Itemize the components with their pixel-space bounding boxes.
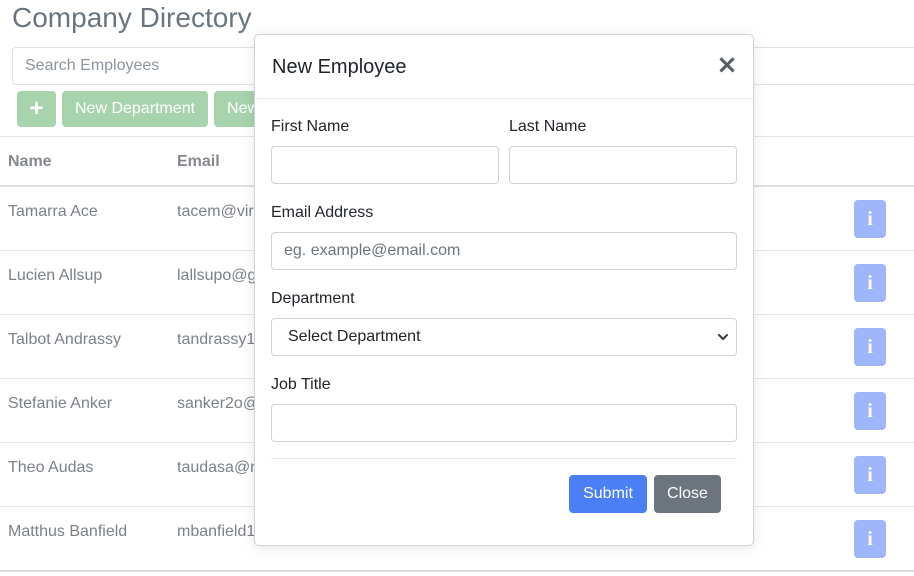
info-icon[interactable]: i: [854, 200, 886, 238]
employee-name: Talbot Andrassy: [8, 331, 121, 348]
new-department-button[interactable]: New Department: [62, 91, 209, 127]
last-name-label: Last Name: [509, 118, 587, 135]
new-employee-modal: New Employee × First Name Last Name Emai…: [254, 34, 754, 546]
job-title-field[interactable]: [271, 404, 737, 442]
column-header-email: Email: [177, 153, 220, 170]
close-button[interactable]: Close: [654, 475, 721, 513]
info-icon[interactable]: i: [854, 328, 886, 366]
modal-title: New Employee: [272, 56, 407, 78]
employee-email: mbanfield1: [177, 523, 256, 540]
department-selected-value: Select Department: [288, 328, 421, 345]
info-icon[interactable]: i: [854, 456, 886, 494]
first-name-field[interactable]: [271, 146, 499, 184]
employee-name: Tamarra Ace: [8, 203, 98, 220]
page-title: Company Directory: [12, 2, 252, 33]
email-label: Email Address: [271, 204, 374, 221]
email-field[interactable]: [271, 232, 737, 270]
chevron-down-icon: [718, 334, 728, 340]
first-name-label: First Name: [271, 118, 350, 135]
modal-header: New Employee ×: [255, 35, 753, 99]
employee-email: tacem@vir: [177, 203, 254, 220]
employee-email: sanker2o@: [177, 395, 260, 412]
employee-name: Matthus Banfield: [8, 523, 128, 540]
toolbar: + New Department New: [17, 91, 273, 127]
table-bottom-divider: [0, 570, 914, 572]
modal-footer-divider: [271, 458, 737, 459]
employee-name: Lucien Allsup: [8, 267, 103, 284]
job-title-label: Job Title: [271, 376, 331, 393]
employee-email: taudasa@n: [177, 459, 260, 476]
department-label: Department: [271, 290, 355, 307]
department-select[interactable]: Select Department: [271, 318, 737, 356]
employee-name: Theo Audas: [8, 459, 94, 476]
column-header-name: Name: [8, 153, 52, 170]
close-icon[interactable]: ×: [715, 51, 739, 79]
info-icon[interactable]: i: [854, 392, 886, 430]
employee-email: tandrassy1: [177, 331, 256, 348]
info-icon[interactable]: i: [854, 264, 886, 302]
add-employee-button[interactable]: +: [17, 91, 56, 127]
info-icon[interactable]: i: [854, 520, 886, 558]
submit-button[interactable]: Submit: [569, 475, 647, 513]
last-name-field[interactable]: [509, 146, 737, 184]
employee-email: lallsupo@g: [177, 267, 257, 284]
employee-name: Stefanie Anker: [8, 395, 113, 412]
